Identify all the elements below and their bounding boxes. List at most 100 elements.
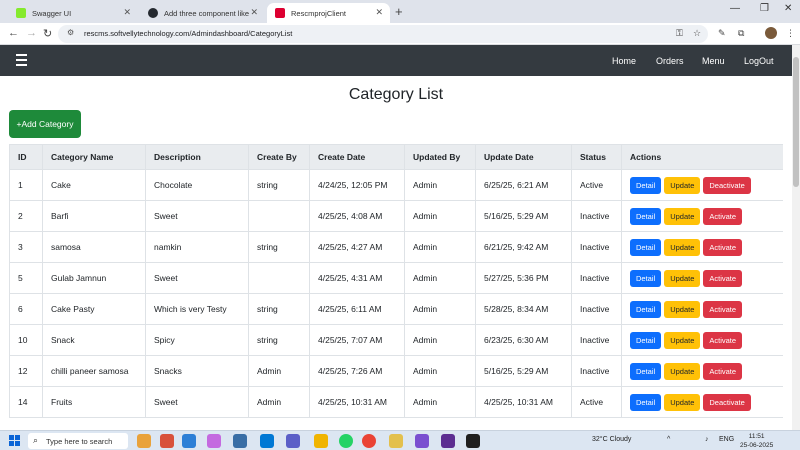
- cell-name: Cake Pasty: [42, 293, 146, 325]
- app-icon[interactable]: [160, 434, 174, 448]
- cell-name: Cake: [42, 169, 146, 201]
- browser-tab-swagger[interactable]: Swagger UI ✕: [8, 3, 138, 23]
- page-scrollbar[interactable]: [792, 45, 800, 430]
- add-category-button[interactable]: +Add Category: [9, 110, 81, 138]
- back-icon[interactable]: ←: [8, 27, 19, 39]
- bookmark-star-icon[interactable]: ☆: [693, 28, 701, 39]
- teams-icon[interactable]: [233, 434, 247, 448]
- widgets-icon[interactable]: [137, 434, 151, 448]
- address-bar[interactable]: ⚙ rescms.softvellytechnology.com/Adminda…: [58, 25, 708, 43]
- detail-button[interactable]: Detail: [630, 300, 662, 318]
- table-body: 1 Cake Chocolate string 4/24/25, 12:05 PM Adm…: [9, 169, 783, 418]
- tab-title: Add three component like list ...: [164, 8, 249, 18]
- detail-button[interactable]: Detail: [630, 393, 662, 411]
- extension-edit-icon[interactable]: ✎: [718, 28, 726, 39]
- scrollbar-thumb[interactable]: [793, 57, 799, 187]
- url-text: rescms.softvellytechnology.com/Admindash…: [84, 29, 293, 38]
- deactivate-button[interactable]: Deactivate: [703, 176, 751, 194]
- activate-button[interactable]: Activate: [703, 362, 743, 380]
- cell-update-date: 6/25/25, 6:21 AM: [475, 169, 572, 201]
- cell-create-by: Admin: [248, 355, 310, 387]
- nav-link-home[interactable]: Home: [612, 56, 636, 66]
- update-button[interactable]: Update: [664, 331, 701, 349]
- terminal-icon[interactable]: [466, 434, 480, 448]
- nav-link-menu[interactable]: Menu: [702, 56, 725, 66]
- task-view-icon[interactable]: [182, 434, 196, 448]
- update-button[interactable]: Update: [664, 362, 701, 380]
- hamburger-menu-icon[interactable]: [16, 54, 27, 69]
- update-button[interactable]: Update: [664, 176, 701, 194]
- cell-update-date: 4/25/25, 10:31 AM: [475, 386, 572, 418]
- angular-favicon-icon: [275, 8, 285, 18]
- cell-actions: Detail Update Deactivate: [621, 169, 783, 201]
- cell-status: Inactive: [571, 231, 622, 263]
- extensions-icon[interactable]: ⧉: [738, 28, 744, 39]
- activate-button[interactable]: Activate: [703, 331, 743, 349]
- close-tab-icon[interactable]: ✕: [375, 7, 383, 18]
- update-button[interactable]: Update: [664, 393, 701, 411]
- cell-create-by: string: [248, 324, 310, 356]
- close-window-icon[interactable]: ✕: [784, 3, 792, 14]
- reload-icon[interactable]: ↻: [43, 27, 52, 40]
- new-tab-button[interactable]: +: [395, 4, 403, 19]
- table-row: 6 Cake Pasty Which is very Testy string 4/25…: [9, 293, 783, 325]
- password-key-icon[interactable]: ⚿: [676, 28, 683, 39]
- taskbar-search[interactable]: ⌕ Type here to search: [28, 433, 128, 449]
- cell-id: 5: [9, 262, 43, 294]
- app3-icon[interactable]: [441, 434, 455, 448]
- close-tab-icon[interactable]: ✕: [123, 7, 131, 18]
- chrome-icon[interactable]: [362, 434, 376, 448]
- cell-name: Gulab Jamnun: [42, 262, 146, 294]
- taskbar-clock[interactable]: 11:51 25-06-2025: [740, 432, 773, 450]
- search-placeholder: Type here to search: [46, 437, 113, 446]
- activate-button[interactable]: Activate: [703, 207, 743, 225]
- cell-status: Inactive: [571, 200, 622, 232]
- tray-chevron-icon[interactable]: ^: [667, 436, 670, 443]
- update-button[interactable]: Update: [664, 269, 701, 287]
- deactivate-button[interactable]: Deactivate: [703, 393, 751, 411]
- file-explorer-icon[interactable]: [314, 434, 328, 448]
- browser-tab-github[interactable]: Add three component like list ... ✕: [140, 3, 265, 23]
- activate-button[interactable]: Activate: [703, 238, 743, 256]
- windows-start-icon[interactable]: [9, 435, 21, 447]
- cell-update-date: 5/16/25, 5:29 AM: [475, 200, 572, 232]
- detail-button[interactable]: Detail: [630, 331, 662, 349]
- vscode-icon[interactable]: [260, 434, 274, 448]
- column-header: Create Date: [309, 144, 405, 170]
- activate-button[interactable]: Activate: [703, 269, 743, 287]
- cell-status: Inactive: [571, 262, 622, 294]
- detail-button[interactable]: Detail: [630, 176, 662, 194]
- language-indicator[interactable]: ENG: [719, 436, 734, 443]
- detail-button[interactable]: Detail: [630, 269, 662, 287]
- table-row: 10 Snack Spicy string 4/25/25, 7:07 AM Admin 6…: [9, 324, 783, 356]
- browser-tab-rescmproj[interactable]: RescmprojClient ✕: [267, 3, 390, 23]
- activate-button[interactable]: Activate: [703, 300, 743, 318]
- update-button[interactable]: Update: [664, 238, 701, 256]
- detail-button[interactable]: Detail: [630, 207, 662, 225]
- copilot-icon[interactable]: [207, 434, 221, 448]
- site-info-icon[interactable]: ⚙: [67, 28, 74, 37]
- nav-link-orders[interactable]: Orders: [656, 56, 684, 66]
- update-button[interactable]: Update: [664, 207, 701, 225]
- cell-status: Inactive: [571, 293, 622, 325]
- maximize-icon[interactable]: ❐: [760, 3, 769, 14]
- browser-toolbar: ← → ↻ ⚙ rescms.softvellytechnology.com/A…: [0, 23, 800, 45]
- app2-icon[interactable]: [389, 434, 403, 448]
- cell-actions: Detail Update Activate: [621, 355, 783, 387]
- update-button[interactable]: Update: [664, 300, 701, 318]
- detail-button[interactable]: Detail: [630, 238, 662, 256]
- menu-kebab-icon[interactable]: ⋮: [786, 28, 795, 39]
- table-row: 1 Cake Chocolate string 4/24/25, 12:05 PM Adm…: [9, 169, 783, 201]
- detail-button[interactable]: Detail: [630, 362, 662, 380]
- weather-text[interactable]: 32°C Cloudy: [592, 436, 631, 443]
- visual-studio-icon[interactable]: [415, 434, 429, 448]
- minimize-icon[interactable]: —: [730, 3, 740, 14]
- speaker-icon[interactable]: ♪: [705, 436, 709, 443]
- close-tab-icon[interactable]: ✕: [250, 7, 258, 18]
- table-row: 14 Fruits Sweet Admin 4/25/25, 10:31 AM Admin…: [9, 386, 783, 418]
- teams-app-icon[interactable]: [286, 434, 300, 448]
- nav-link-logout[interactable]: LogOut: [744, 56, 774, 66]
- whatsapp-icon[interactable]: [339, 434, 353, 448]
- forward-icon[interactable]: →: [26, 27, 37, 39]
- profile-avatar[interactable]: [765, 27, 777, 39]
